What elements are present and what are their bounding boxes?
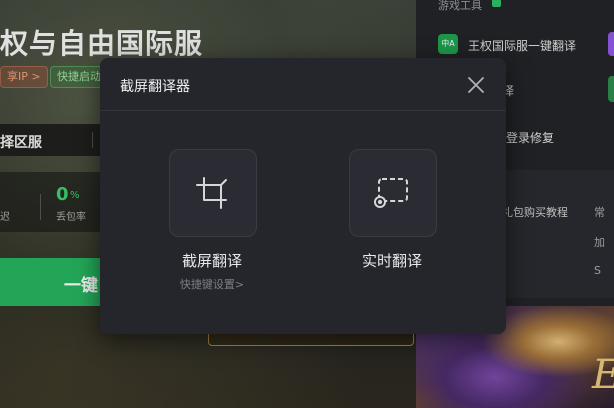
realtime-translate-button[interactable] bbox=[349, 149, 437, 237]
screenshot-translate-button[interactable] bbox=[169, 149, 257, 237]
capture-region-icon bbox=[374, 178, 408, 208]
crop-icon bbox=[196, 177, 227, 209]
dialog-title: 截屏翻译器 bbox=[120, 79, 190, 95]
close-icon bbox=[468, 77, 484, 93]
close-button[interactable] bbox=[462, 72, 490, 98]
screenshot-translate-label: 截屏翻译 bbox=[181, 252, 242, 270]
dialog-header: 截屏翻译器 bbox=[100, 58, 506, 111]
screenshot-translator-dialog: 截屏翻译器 截屏翻译 实时翻译 快捷键设置> bbox=[100, 58, 506, 334]
shortcut-settings-link[interactable]: 快捷键设置> bbox=[152, 276, 272, 292]
realtime-translate-label: 实时翻译 bbox=[361, 252, 422, 270]
